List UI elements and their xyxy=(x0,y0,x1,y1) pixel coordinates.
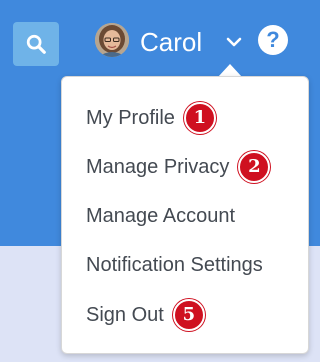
menu-item-label: Manage Privacy xyxy=(86,155,230,178)
menu-item-label: My Profile xyxy=(86,106,175,129)
menu-item-label: Sign Out xyxy=(86,303,164,326)
step-badge: 1 xyxy=(183,102,216,134)
menu-item-my-profile[interactable]: My Profile 1 xyxy=(86,100,216,136)
search-icon xyxy=(26,34,46,54)
menu-item-label: Manage Account xyxy=(86,204,235,227)
avatar[interactable] xyxy=(95,23,129,57)
step-badge: 5 xyxy=(172,299,205,331)
menu-item-manage-account[interactable]: Manage Account xyxy=(86,198,235,234)
help-icon[interactable]: ? xyxy=(258,25,288,55)
menu-item-manage-privacy[interactable]: Manage Privacy 2 xyxy=(86,149,271,185)
user-photo xyxy=(95,23,129,57)
user-dropdown-menu: My Profile 1 Manage Privacy 2 Manage Acc… xyxy=(61,76,309,354)
step-badge: 2 xyxy=(238,151,271,183)
chevron-down-icon[interactable] xyxy=(226,36,242,48)
search-button[interactable] xyxy=(13,22,59,66)
menu-item-label: Notification Settings xyxy=(86,253,263,276)
menu-item-sign-out[interactable]: Sign Out 5 xyxy=(86,297,205,333)
user-name-label[interactable]: Carol xyxy=(140,25,202,59)
menu-item-notification-settings[interactable]: Notification Settings xyxy=(86,247,263,283)
